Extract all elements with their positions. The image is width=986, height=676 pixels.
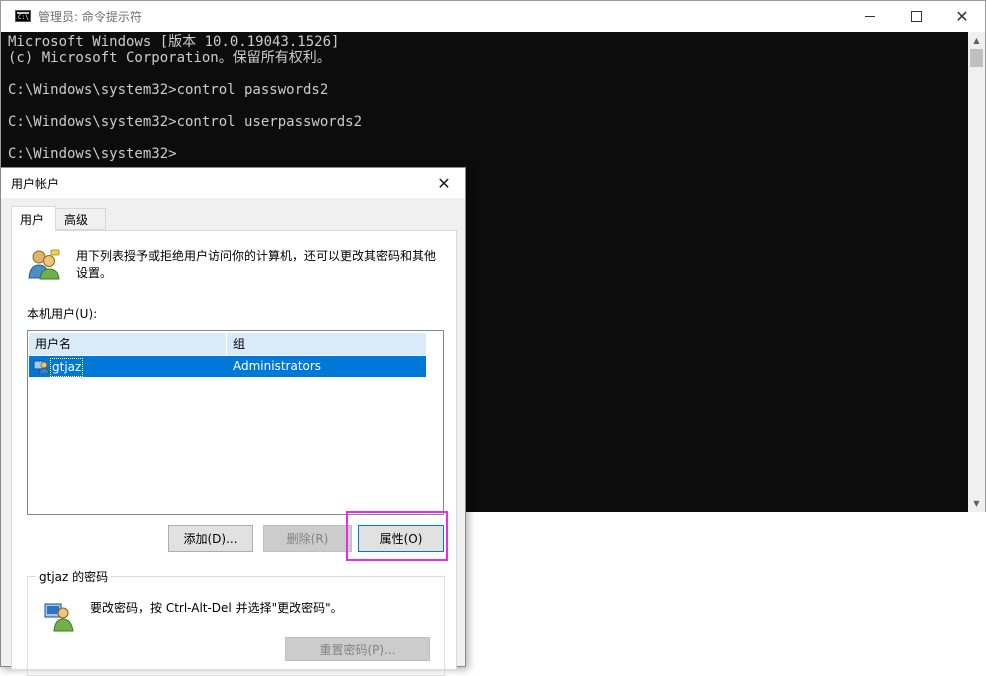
remove-user-button[interactable]: 删除(R) xyxy=(263,525,352,552)
console-prompt-line: C:\Windows\system32> xyxy=(8,146,177,162)
scroll-thumb[interactable] xyxy=(970,49,983,67)
tab-advanced[interactable]: 高级 xyxy=(56,208,106,230)
dialog-close-button[interactable]: ✕ xyxy=(429,170,459,196)
maximize-icon xyxy=(910,11,922,22)
console-line: C:\Windows\system32>control passwords2 xyxy=(8,82,329,98)
properties-button[interactable]: 属性(O) xyxy=(358,525,444,552)
password-groupbox: gtjaz 的密码 要改密码，按 Ctrl-Alt-Del 并选择"更改密码"。… xyxy=(27,568,445,676)
dialog-titlebar[interactable]: 用户帐户 ✕ xyxy=(1,168,465,198)
user-password-icon xyxy=(44,603,74,632)
console-line: (c) Microsoft Corporation。保留所有权利。 xyxy=(8,50,331,66)
console-scrollbar[interactable]: ▲ ▼ xyxy=(968,32,985,512)
cmd-titlebar[interactable]: C:\ 管理员: 命令提示符 ✕ xyxy=(1,1,985,32)
user-icon xyxy=(33,360,49,374)
scroll-down-arrow-icon[interactable]: ▼ xyxy=(968,495,985,512)
tab-users[interactable]: 用户 xyxy=(11,206,56,231)
maximize-button[interactable] xyxy=(893,1,939,32)
user-accounts-dialog: 用户帐户 ✕ 用户 高级 用下列表授予或拒绝用户访问你的计算机，还可以更改其密码… xyxy=(0,167,466,676)
password-group-label: gtjaz 的密码 xyxy=(36,568,112,585)
minimize-button[interactable] xyxy=(847,1,893,32)
users-group-icon xyxy=(28,249,60,280)
local-users-label: 本机用户(U): xyxy=(27,307,98,321)
close-icon: ✕ xyxy=(955,6,969,26)
close-icon: ✕ xyxy=(437,173,451,193)
dialog-title: 用户帐户 xyxy=(11,177,60,191)
reset-password-button[interactable]: 重置密码(P)... xyxy=(285,637,430,661)
minimize-icon xyxy=(865,16,875,17)
table-row[interactable]: gtjaz Administrators xyxy=(29,356,426,377)
cmd-app-icon: C:\ xyxy=(15,10,31,22)
cmd-window-title: 管理员: 命令提示符 xyxy=(38,10,142,24)
add-user-button[interactable]: 添加(D)... xyxy=(168,525,253,552)
close-button[interactable]: ✕ xyxy=(939,1,985,32)
cell-username: gtjaz xyxy=(50,358,84,377)
list-header: 用户名 组 xyxy=(29,333,426,355)
column-header-username[interactable]: 用户名 xyxy=(29,333,227,355)
column-header-group[interactable]: 组 xyxy=(227,333,426,355)
users-tab-panel: 用下列表授予或拒绝用户访问你的计算机，还可以更改其密码和其他设置。 本机用户(U… xyxy=(11,230,457,676)
scroll-up-arrow-icon[interactable]: ▲ xyxy=(968,32,985,49)
local-users-list[interactable]: 用户名 组 gtjaz Administrators xyxy=(27,330,444,515)
cell-group: Administrators xyxy=(233,359,322,373)
password-instructions: 要改密码，按 Ctrl-Alt-Del 并选择"更改密码"。 xyxy=(90,601,343,615)
console-line: C:\Windows\system32>control userpassword… xyxy=(8,114,363,130)
intro-text: 用下列表授予或拒绝用户访问你的计算机，还可以更改其密码和其他设置。 xyxy=(76,249,437,280)
console-line: Microsoft Windows [版本 10.0.19043.1526] xyxy=(8,34,340,50)
